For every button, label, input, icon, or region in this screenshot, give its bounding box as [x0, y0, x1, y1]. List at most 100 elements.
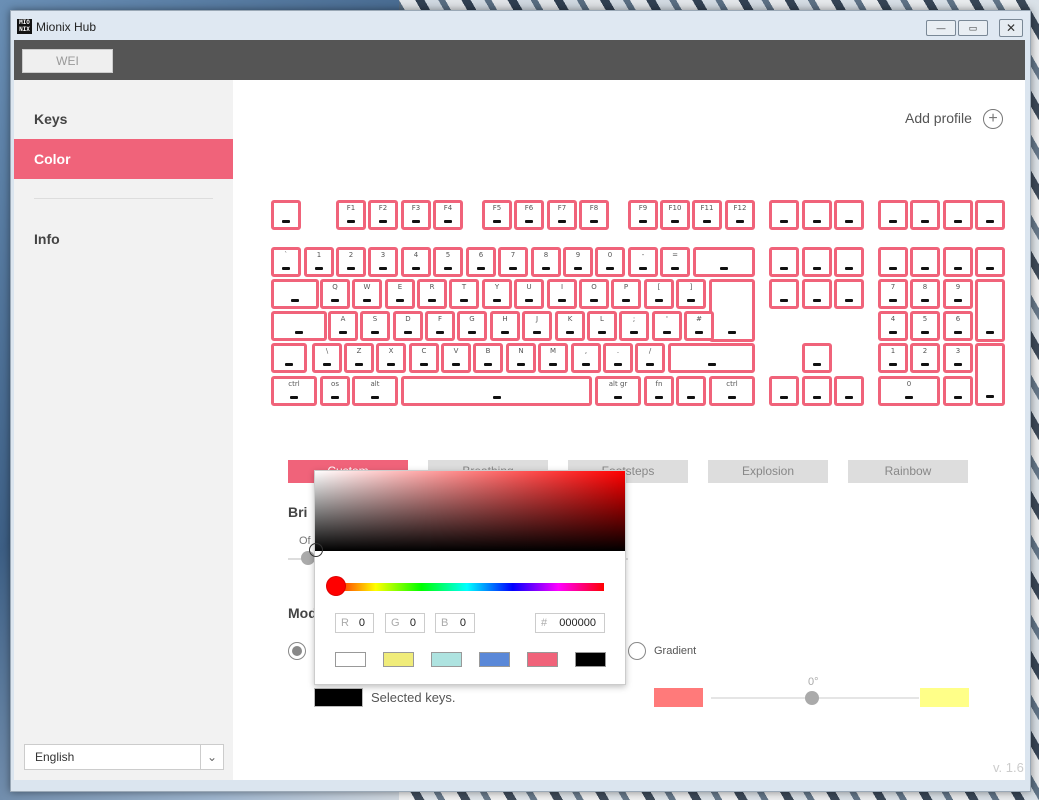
effect-explosion-button[interactable]: Explosion [708, 460, 828, 483]
key-nav-q-2[interactable] [834, 279, 864, 309]
key-num-9[interactable]: 9 [563, 247, 593, 277]
key-np-dot[interactable] [943, 376, 973, 406]
key-fn[interactable]: fn [644, 376, 674, 406]
key-q-10[interactable]: P [611, 279, 641, 309]
key-z-4[interactable]: C [409, 343, 439, 373]
key-nav-num-0[interactable] [769, 247, 799, 277]
key-q-1[interactable]: Q [320, 279, 350, 309]
key-arrow-0[interactable] [769, 376, 799, 406]
preset-swatch[interactable] [575, 652, 606, 667]
key-lctrl[interactable]: ctrl [271, 376, 317, 406]
key-q-11[interactable]: [ [644, 279, 674, 309]
key-fn-2[interactable]: F2 [368, 200, 398, 230]
key-rshift[interactable] [668, 343, 755, 373]
key-nav-num-4[interactable] [910, 247, 940, 277]
gradient-end-swatch[interactable] [920, 688, 969, 707]
preset-swatch[interactable] [335, 652, 366, 667]
key-q-12[interactable]: ] [676, 279, 706, 309]
hex-input[interactable]: # 000000 [535, 613, 605, 633]
key-np-4[interactable]: 4 [878, 311, 908, 341]
preset-swatch[interactable] [527, 652, 558, 667]
mode-solid-radio[interactable] [288, 642, 306, 660]
key-lalt[interactable]: alt [352, 376, 398, 406]
saturation-cursor[interactable] [309, 543, 323, 557]
hue-slider-knob[interactable] [327, 577, 345, 595]
key-np-8[interactable]: 8 [910, 279, 940, 309]
key-num-0[interactable]: ` [271, 247, 301, 277]
key-np-1[interactable]: 1 [878, 343, 908, 373]
hue-slider-track[interactable] [330, 583, 604, 591]
key-fn-4[interactable]: F4 [433, 200, 463, 230]
key-np-7[interactable]: 7 [878, 279, 908, 309]
gradient-start-swatch[interactable] [654, 688, 703, 707]
key-z-1[interactable]: \ [312, 343, 342, 373]
key-a-11[interactable]: ' [652, 311, 682, 341]
sidebar-item-info[interactable]: Info [14, 219, 233, 259]
key-a-9[interactable]: L [587, 311, 617, 341]
key-fn-3[interactable]: F3 [401, 200, 431, 230]
restore-button[interactable]: ▭ [958, 20, 988, 36]
preset-swatch[interactable] [479, 652, 510, 667]
key-fn-16[interactable] [878, 200, 908, 230]
key-os[interactable]: os [320, 376, 350, 406]
key-q-9[interactable]: O [579, 279, 609, 309]
key-a-3[interactable]: D [393, 311, 423, 341]
key-fn-18[interactable] [943, 200, 973, 230]
key-z-9[interactable]: , [571, 343, 601, 373]
key-np-2[interactable]: 2 [910, 343, 940, 373]
key-np-0[interactable]: 0 [878, 376, 940, 406]
key-fn-6[interactable]: F6 [514, 200, 544, 230]
close-button[interactable]: ✕ [999, 19, 1023, 37]
preset-swatch[interactable] [383, 652, 414, 667]
key-nav-q-0[interactable] [769, 279, 799, 309]
key-enter[interactable] [709, 279, 755, 342]
key-z-2[interactable]: Z [344, 343, 374, 373]
key-num-3[interactable]: 3 [368, 247, 398, 277]
key-a-5[interactable]: G [457, 311, 487, 341]
key-fn-8[interactable]: F8 [579, 200, 609, 230]
key-z-3[interactable]: X [376, 343, 406, 373]
key-np-enter[interactable] [975, 343, 1005, 406]
key-z-10[interactable]: . [603, 343, 633, 373]
plus-icon[interactable]: + [983, 109, 1003, 129]
key-fn-14[interactable] [802, 200, 832, 230]
key-nav-q-1[interactable] [802, 279, 832, 309]
key-up[interactable] [802, 343, 832, 373]
key-np-plus[interactable] [975, 279, 1005, 342]
key-a-2[interactable]: S [360, 311, 390, 341]
key-q-8[interactable]: I [547, 279, 577, 309]
key-fn-12[interactable]: F12 [725, 200, 755, 230]
key-fn-0[interactable] [271, 200, 301, 230]
key-a-6[interactable]: H [490, 311, 520, 341]
key-nav-num-2[interactable] [834, 247, 864, 277]
key-np-5[interactable]: 5 [910, 311, 940, 341]
key-nav-num-3[interactable] [878, 247, 908, 277]
key-fn-9[interactable]: F9 [628, 200, 658, 230]
key-nav-num-5[interactable] [943, 247, 973, 277]
key-space[interactable] [401, 376, 592, 406]
key-num-10[interactable]: 0 [595, 247, 625, 277]
add-profile-link[interactable]: Add profile [905, 110, 972, 126]
key-arrow-1[interactable] [802, 376, 832, 406]
minimize-button[interactable]: — [926, 20, 956, 36]
key-a-8[interactable]: K [555, 311, 585, 341]
key-z-8[interactable]: M [538, 343, 568, 373]
key-np-6[interactable]: 6 [943, 311, 973, 341]
key-q-6[interactable]: Y [482, 279, 512, 309]
key-q-5[interactable]: T [449, 279, 479, 309]
key-caps[interactable] [271, 311, 327, 341]
key-arrow-2[interactable] [834, 376, 864, 406]
key-nav-num-6[interactable] [975, 247, 1005, 277]
key-q-4[interactable]: R [417, 279, 447, 309]
key-fn-1[interactable]: F1 [336, 200, 366, 230]
chevron-down-icon[interactable]: ⌄ [200, 745, 223, 769]
key-num-12[interactable]: = [660, 247, 690, 277]
key-q-3[interactable]: E [385, 279, 415, 309]
key-num-11[interactable]: - [628, 247, 658, 277]
sidebar-item-keys[interactable]: Keys [14, 99, 233, 139]
key-q-7[interactable]: U [514, 279, 544, 309]
key-num-5[interactable]: 5 [433, 247, 463, 277]
effect-rainbow-button[interactable]: Rainbow [848, 460, 968, 483]
key-z-6[interactable]: B [473, 343, 503, 373]
key-tab[interactable] [271, 279, 319, 309]
